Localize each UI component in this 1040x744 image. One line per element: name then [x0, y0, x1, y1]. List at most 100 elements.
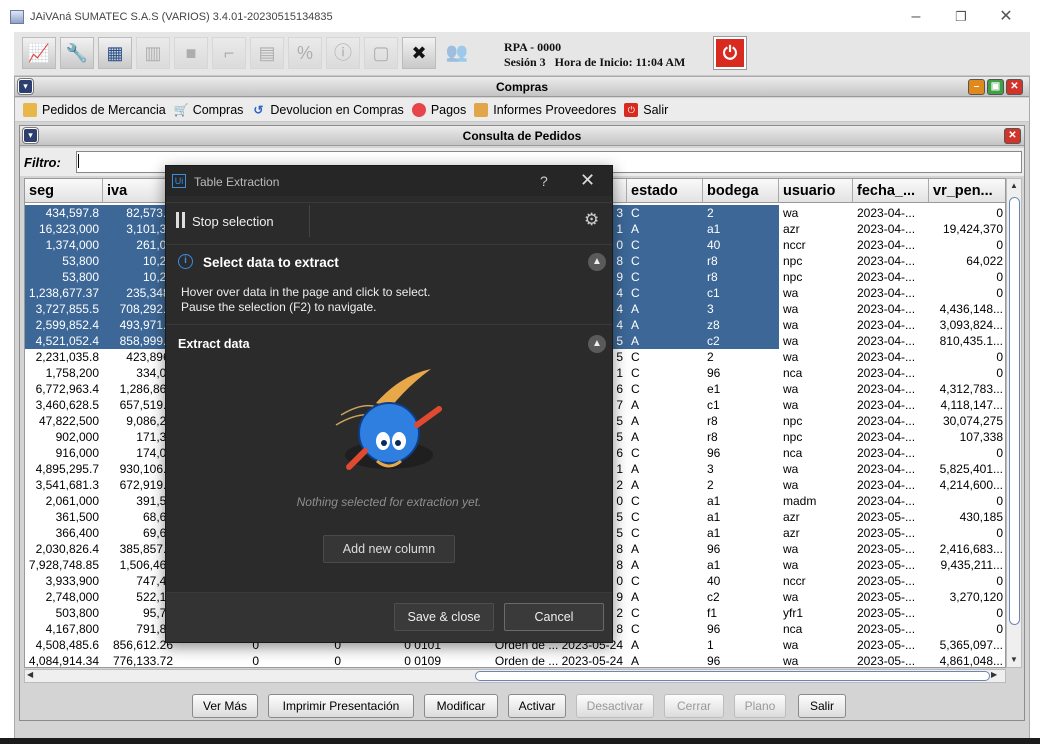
cell-usuario: wa — [783, 654, 799, 668]
cell-fecha: 2023-04-... — [857, 318, 916, 332]
cell-estado: C — [631, 622, 640, 636]
cell-fecha: 2023-04-... — [857, 414, 916, 428]
cell-vr: 19,424,370 — [942, 222, 1003, 236]
cell-bodega: a1 — [707, 558, 721, 572]
consulta-system-menu-icon[interactable]: ▾ — [23, 128, 38, 143]
cell-bodega: 3 — [703, 301, 779, 317]
percent-icon[interactable]: % — [288, 37, 322, 69]
col-header-vr-pendiente[interactable]: vr_pen... — [929, 179, 1005, 203]
cell-usuario: nca — [783, 366, 803, 380]
vertical-scrollbar[interactable]: ▲ ▼ — [1006, 178, 1022, 668]
salir-button[interactable]: Salir — [798, 694, 846, 718]
scroll-left-icon[interactable]: ◀ — [27, 670, 33, 679]
cell-seg: 2,748,000 — [45, 590, 99, 604]
cell-fecha: 2023-04-... — [857, 462, 916, 476]
col-header-estado[interactable]: estado — [627, 179, 703, 203]
restore-button[interactable]: ❐ — [941, 6, 981, 28]
modificar-button[interactable]: Modificar — [424, 694, 498, 718]
cell-estado: C — [631, 510, 640, 524]
gear-icon[interactable]: ⚙ — [584, 210, 599, 230]
document-icon[interactable]: ▢ — [364, 37, 398, 69]
col-header-seg[interactable]: seg — [25, 179, 103, 203]
menu-pagos[interactable]: Pagos — [411, 102, 466, 117]
desactivar-button[interactable]: Desactivar — [576, 694, 654, 718]
cell-seg: 2,599,852.4 — [25, 317, 103, 333]
cell-vr: 0 — [996, 270, 1003, 284]
menu-pedidos[interactable]: Pedidos de Mercancia — [23, 102, 166, 117]
stop-selection-button[interactable]: Stop selection — [192, 214, 274, 229]
collapse-select-icon[interactable]: ▲ — [588, 253, 606, 271]
cerrar-button[interactable]: Cerrar — [664, 694, 724, 718]
reports-icon — [474, 102, 489, 117]
vertical-scroll-thumb[interactable] — [1009, 197, 1020, 625]
cell-seg: 916,000 — [55, 446, 99, 460]
cell-vr: 2,416,683... — [939, 542, 1003, 556]
save-close-button[interactable]: Save & close — [394, 603, 494, 631]
horizontal-scroll-thumb[interactable] — [475, 671, 990, 681]
users-icon[interactable]: 👥 — [440, 37, 474, 69]
minimize-button[interactable]: – — [896, 6, 936, 28]
col-header-usuario[interactable]: usuario — [779, 179, 853, 203]
compras-titlebar: Compras — [15, 77, 1029, 97]
scroll-right-icon[interactable]: ▶ — [991, 670, 997, 679]
consulta-close-button[interactable]: ✕ — [1004, 128, 1021, 144]
os-taskbar — [0, 738, 1040, 744]
activar-button[interactable]: Activar — [508, 694, 566, 718]
cell-fecha: 2023-04-... — [857, 238, 916, 252]
menu-compras[interactable]: 🛒 Compras — [174, 103, 244, 117]
box-icon[interactable]: ■ — [174, 37, 208, 69]
horizontal-scrollbar[interactable]: ◀ ▶ — [24, 669, 1006, 683]
scroll-down-icon[interactable]: ▼ — [1010, 655, 1018, 664]
ver-mas-button[interactable]: Ver Más — [192, 694, 258, 718]
cell-seg: 7,928,748.85 — [28, 558, 99, 572]
cell-bodega: c2 — [703, 333, 779, 349]
close-window-button[interactable]: ✕ — [986, 6, 1026, 28]
menu-devolucion[interactable]: ↺ Devolucion en Compras — [251, 103, 403, 117]
col-header-bodega[interactable]: bodega — [703, 179, 779, 203]
menu-informes[interactable]: Informes Proveedores — [474, 102, 616, 117]
cell-seg: 4,508,485.6 — [35, 638, 99, 652]
compras-menubar: Pedidos de Mercancia 🛒 Compras ↺ Devolucio… — [15, 98, 1029, 122]
help-button[interactable]: ? — [540, 173, 548, 189]
select-data-heading: Select data to extract — [203, 255, 339, 270]
cell-seg: 6,772,963.4 — [35, 382, 99, 396]
cell-vr: 107,338 — [959, 430, 1003, 444]
collapse-extract-icon[interactable]: ▲ — [588, 335, 606, 353]
factory-icon[interactable]: ▥ — [136, 37, 170, 69]
col-header-fecha[interactable]: fecha_... — [853, 179, 929, 203]
select-instructions-2: Pause the selection (F2) to navigate. — [181, 300, 377, 314]
table-row[interactable]: 4,084,914.34 776,133.72 0 0 0 0109 Orden de .… — [25, 653, 1005, 668]
compras-maximize-button[interactable]: ▣ — [987, 79, 1004, 95]
cell-bodega: c1 — [707, 398, 720, 412]
filter-label: Filtro: — [24, 155, 61, 170]
power-button[interactable]: ⏻ — [714, 37, 746, 69]
cell-usuario: wa — [783, 334, 799, 348]
stairs-icon[interactable]: ⌐ — [212, 37, 246, 69]
pause-icon[interactable] — [176, 212, 185, 228]
compras-close-button[interactable]: ✕ — [1006, 79, 1023, 95]
menu-salir[interactable]: ⏻ Salir — [624, 102, 668, 117]
cell-seg: 53,800 — [25, 253, 103, 269]
add-new-column-button[interactable]: Add new column — [323, 535, 455, 563]
cell-bodega: r8 — [707, 430, 718, 444]
ledger-icon[interactable]: ▤ — [250, 37, 284, 69]
calculator-icon[interactable]: ▦ — [98, 37, 132, 69]
tools-icon[interactable]: 🔧 — [60, 37, 94, 69]
chart-icon[interactable]: 📈 — [22, 37, 56, 69]
info-icon: i — [178, 254, 193, 269]
cell-usuario: nccr — [783, 574, 806, 588]
scroll-up-icon[interactable]: ▲ — [1010, 181, 1018, 190]
dialog-close-button[interactable]: ✕ — [580, 170, 595, 191]
imprimir-button[interactable]: Imprimir Presentación — [268, 694, 414, 718]
cell-estado: A — [631, 398, 640, 412]
cell-estado: C — [631, 574, 640, 588]
plano-button[interactable]: Plano — [734, 694, 786, 718]
wrench-icon[interactable]: ✖ — [402, 37, 436, 69]
compras-system-menu-icon[interactable]: ▾ — [18, 79, 33, 94]
cell-usuario: wa — [783, 542, 799, 556]
cancel-button[interactable]: Cancel — [504, 603, 604, 631]
cell-seg: 2,061,000 — [45, 494, 99, 508]
compras-minimize-button[interactable]: – — [968, 79, 985, 95]
cell-vr: 4,118,147... — [940, 398, 1004, 412]
info-icon[interactable]: ⓘ — [326, 37, 360, 69]
